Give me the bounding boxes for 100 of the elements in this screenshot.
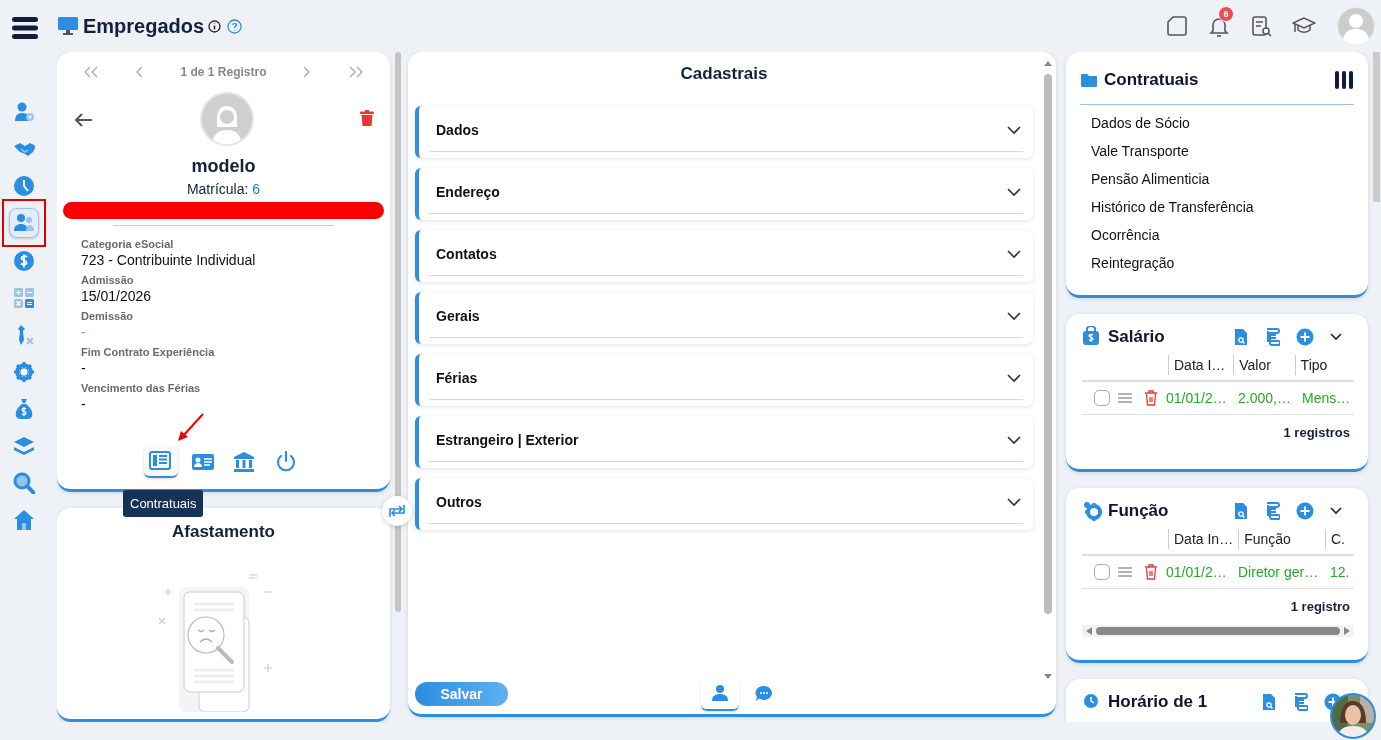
column-header: Valor xyxy=(1233,355,1295,375)
columns-icon[interactable] xyxy=(1334,70,1354,90)
chevron-icon xyxy=(1007,435,1021,445)
field-value: 723 - Contribuinte Individual xyxy=(81,252,257,268)
document-search-icon[interactable] xyxy=(1262,693,1276,711)
table-cell-text: Diretor ger… xyxy=(1238,564,1320,580)
employee-name: modelo xyxy=(190,156,257,177)
home-icon xyxy=(13,508,35,531)
record-counter: 1 de 1 Registro xyxy=(180,65,267,79)
chevron-icon xyxy=(1007,311,1021,321)
document-search-icon[interactable] xyxy=(1234,502,1248,520)
menu-link[interactable]: Vale Transporte xyxy=(1091,141,1343,161)
last-page-icon[interactable] xyxy=(347,65,364,79)
monitor-icon xyxy=(57,16,79,36)
scroll-icon[interactable] xyxy=(1264,328,1280,346)
bell-icon[interactable] xyxy=(1208,15,1230,37)
contract-document-icon xyxy=(148,450,173,472)
panel-title: Contratuais xyxy=(1104,70,1199,90)
field-label: Vencimento das Férias xyxy=(81,382,202,394)
accordion-section[interactable]: Dados xyxy=(415,106,1033,158)
chevron-icon[interactable] xyxy=(1330,333,1342,341)
chevron-icon xyxy=(1007,249,1021,259)
panel-title: Cadastrais xyxy=(679,63,769,85)
horizontal-scrollbar[interactable] xyxy=(1082,625,1354,637)
field-label: Admissão xyxy=(81,274,135,286)
id-card-icon xyxy=(190,451,215,473)
back-arrow-icon[interactable] xyxy=(73,112,93,128)
add-icon[interactable] xyxy=(1296,328,1314,346)
table-cell-text: 01/01/2… xyxy=(1166,564,1228,580)
accordion-section[interactable]: Estrangeiro | Exterior xyxy=(415,416,1033,468)
add-icon[interactable] xyxy=(1296,502,1314,520)
table-cell-text: 01/01/2… xyxy=(1166,390,1228,406)
annotation-arrow xyxy=(177,412,205,442)
menu-link[interactable]: Pensão Alimenticia xyxy=(1091,169,1343,189)
document-search-icon[interactable] xyxy=(1234,328,1248,346)
notification-badge: 6 xyxy=(1218,6,1234,22)
accordion-section[interactable]: Gerais xyxy=(415,292,1033,344)
menu-icon[interactable] xyxy=(11,16,39,40)
scroll-up-icon[interactable] xyxy=(1044,60,1052,66)
calculator-icon xyxy=(13,286,35,309)
user-gear-icon xyxy=(13,100,35,123)
field-label: Demissão xyxy=(81,310,134,322)
accordion-section[interactable]: Endereço xyxy=(415,168,1033,220)
accordion-section[interactable]: Férias xyxy=(415,354,1033,406)
accordion-section[interactable]: Outros xyxy=(415,478,1033,530)
chevron-icon xyxy=(1007,125,1021,135)
chevron-icon xyxy=(1007,187,1021,197)
table-cell-text: Mens… xyxy=(1302,390,1352,406)
folder-icon xyxy=(1080,72,1098,88)
field-value: - xyxy=(81,324,87,340)
document-icon[interactable] xyxy=(1166,15,1188,37)
help-icon[interactable] xyxy=(227,18,243,34)
money-bag-icon xyxy=(13,397,35,420)
row-checkbox[interactable] xyxy=(1094,564,1110,580)
swap-arrows-icon xyxy=(388,503,406,519)
accordion-section[interactable]: Contatos xyxy=(415,230,1033,282)
drag-handle-icon[interactable] xyxy=(1118,393,1132,403)
first-page-icon[interactable] xyxy=(83,65,99,79)
field-value: - xyxy=(81,396,87,412)
scroll-icon[interactable] xyxy=(1264,502,1280,520)
delete-icon[interactable] xyxy=(360,110,374,126)
person-icon xyxy=(711,684,729,702)
row-checkbox[interactable] xyxy=(1094,390,1110,406)
swap-panel-button[interactable] xyxy=(382,496,412,526)
document-search-icon[interactable] xyxy=(1250,15,1272,37)
column-header: Data I… xyxy=(1168,355,1234,375)
bank-icon xyxy=(232,451,257,473)
card-title: Afastamento xyxy=(171,522,276,542)
clock-icon xyxy=(13,174,35,197)
scrollbar-thumb[interactable] xyxy=(1373,52,1380,202)
scroll-left-icon[interactable] xyxy=(1086,627,1092,635)
delete-icon[interactable] xyxy=(1144,564,1158,580)
contract-document-tab[interactable] xyxy=(143,446,178,478)
card-title: Horário de 1 xyxy=(1108,692,1208,712)
people-icon xyxy=(13,212,35,234)
scrollbar-thumb[interactable] xyxy=(395,52,401,612)
column-header: Função xyxy=(1238,529,1325,549)
scroll-icon[interactable] xyxy=(1292,693,1308,711)
chat-icon xyxy=(755,685,773,703)
column-header: Data In… xyxy=(1168,529,1239,549)
sidebar-button[interactable] xyxy=(9,208,39,238)
info-icon[interactable] xyxy=(208,19,222,33)
record-count: 1 registros xyxy=(1282,424,1351,442)
delete-icon[interactable] xyxy=(1144,390,1158,406)
scroll-down-icon[interactable] xyxy=(1044,674,1052,680)
table-cell: 12. xyxy=(1330,564,1350,580)
menu-link[interactable]: Dados de Sócio xyxy=(1091,113,1343,133)
scrollbar-thumb[interactable] xyxy=(1044,74,1052,614)
drag-handle-icon[interactable] xyxy=(1118,567,1132,577)
menu-link[interactable]: Ocorrência xyxy=(1091,225,1343,245)
record-count: 1 registro xyxy=(1289,598,1351,616)
scroll-right-icon[interactable] xyxy=(1344,627,1350,635)
bag-icon xyxy=(1082,326,1102,348)
menu-link[interactable]: Histórico de Transferência xyxy=(1091,197,1343,217)
previous-icon[interactable] xyxy=(134,65,145,79)
dollar-icon xyxy=(13,249,35,272)
tooltip: Contratuais xyxy=(123,490,204,517)
table-cell-text: 2.000,… xyxy=(1238,390,1292,406)
chevron-icon[interactable] xyxy=(1330,507,1342,515)
menu-link[interactable]: Reintegração xyxy=(1091,253,1343,273)
